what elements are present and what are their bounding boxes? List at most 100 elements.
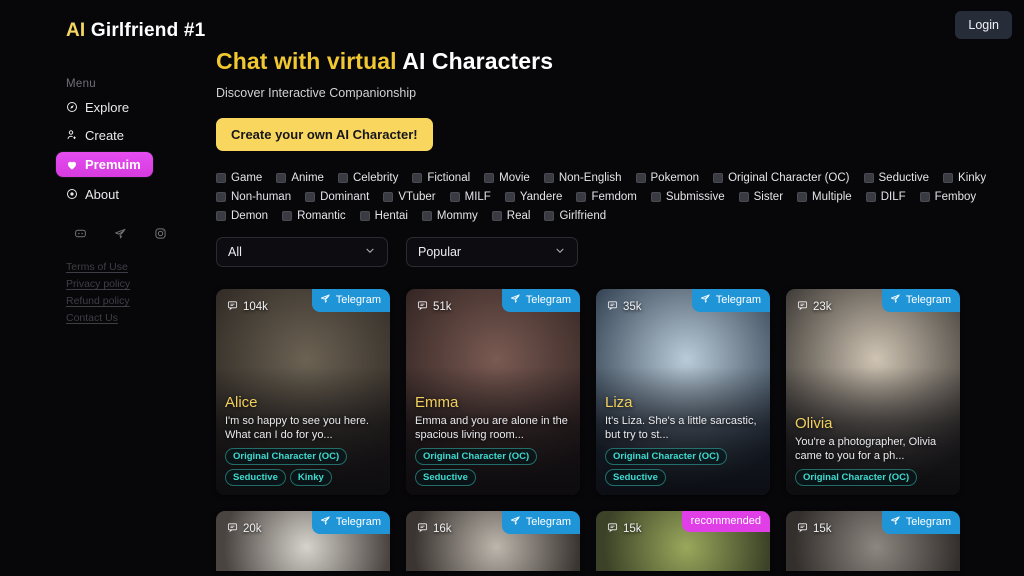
checkbox-icon[interactable] bbox=[421, 210, 432, 221]
legal-link[interactable]: Terms of Use bbox=[66, 261, 130, 273]
checkbox-icon[interactable] bbox=[650, 191, 661, 202]
character-card[interactable]: 23k Telegram Olivia You're a photographer, … bbox=[786, 289, 960, 495]
character-tag[interactable]: Original Character (OC) bbox=[795, 469, 918, 486]
category-select[interactable]: All bbox=[216, 237, 388, 267]
filter-chip[interactable]: Yandere bbox=[504, 187, 563, 206]
telegram-badge[interactable]: Telegram bbox=[881, 289, 960, 312]
filter-chip[interactable]: Femboy bbox=[919, 187, 977, 206]
filter-chip[interactable]: Femdom bbox=[576, 187, 637, 206]
filter-chip[interactable]: Submissive bbox=[650, 187, 725, 206]
character-card[interactable]: 16k Telegram bbox=[406, 511, 580, 571]
checkbox-icon[interactable] bbox=[635, 172, 646, 183]
checkbox-icon[interactable] bbox=[337, 172, 348, 183]
filter-chip[interactable]: Anime bbox=[276, 168, 324, 187]
filter-chip[interactable]: Non-English bbox=[543, 168, 622, 187]
checkbox-icon[interactable] bbox=[383, 191, 394, 202]
filter-chip[interactable]: Kinky bbox=[943, 168, 986, 187]
view-count-label: 16k bbox=[433, 523, 452, 535]
filter-chip[interactable]: Pokemon bbox=[635, 168, 699, 187]
filter-chip[interactable]: Movie bbox=[484, 168, 530, 187]
character-card[interactable]: 104k Telegram Alice I'm so happy to see you… bbox=[216, 289, 390, 495]
sidebar-item-create[interactable]: Create bbox=[66, 124, 130, 146]
brand-logo[interactable]: AI Girlfriend #1 bbox=[0, 14, 216, 42]
character-tag[interactable]: Original Character (OC) bbox=[225, 448, 348, 465]
sidebar-item-premium[interactable]: Premuim bbox=[56, 152, 153, 177]
filter-chip-label: Femboy bbox=[934, 190, 977, 203]
character-description: It's Liza. She's a little sarcastic, but… bbox=[605, 415, 757, 441]
filter-chip[interactable]: Hentai bbox=[359, 206, 408, 225]
filter-chip[interactable]: Dominant bbox=[305, 187, 369, 206]
filter-chip[interactable]: DILF bbox=[865, 187, 906, 206]
checkbox-icon[interactable] bbox=[216, 191, 226, 202]
character-card[interactable]: 35k Telegram Liza It's Liza. She's a little… bbox=[596, 289, 770, 495]
telegram-badge[interactable]: Telegram bbox=[881, 511, 960, 534]
checkbox-icon[interactable] bbox=[484, 172, 495, 183]
filter-chip-label: Yandere bbox=[519, 190, 563, 203]
checkbox-icon[interactable] bbox=[412, 172, 423, 183]
telegram-badge-label: Telegram bbox=[525, 516, 571, 528]
telegram-badge[interactable]: Telegram bbox=[501, 289, 580, 312]
filter-chip[interactable]: VTuber bbox=[383, 187, 436, 206]
checkbox-icon[interactable] bbox=[797, 191, 808, 202]
checkbox-icon[interactable] bbox=[216, 172, 226, 183]
checkbox-icon[interactable] bbox=[305, 191, 316, 202]
checkbox-icon[interactable] bbox=[865, 191, 876, 202]
checkbox-icon[interactable] bbox=[713, 172, 724, 183]
character-card[interactable]: 15k recommended bbox=[596, 511, 770, 571]
legal-link[interactable]: Privacy policy bbox=[66, 278, 130, 290]
telegram-badge[interactable]: Telegram bbox=[691, 289, 770, 312]
character-tag[interactable]: Seductive bbox=[225, 469, 286, 486]
checkbox-icon[interactable] bbox=[543, 172, 554, 183]
character-tag[interactable]: Original Character (OC) bbox=[605, 448, 728, 465]
checkbox-icon[interactable] bbox=[282, 210, 293, 221]
filter-chip[interactable]: Seductive bbox=[863, 168, 929, 187]
telegram-badge[interactable]: Telegram bbox=[501, 511, 580, 534]
character-tag[interactable]: Seductive bbox=[415, 469, 476, 486]
character-tag[interactable]: Kinky bbox=[289, 469, 332, 486]
checkbox-icon[interactable] bbox=[504, 191, 515, 202]
filter-chip-label: Kinky bbox=[958, 171, 987, 184]
filter-chip[interactable]: Celebrity bbox=[337, 168, 398, 187]
filter-chip[interactable]: Sister bbox=[738, 187, 783, 206]
telegram-badge[interactable]: Telegram bbox=[311, 289, 390, 312]
checkbox-icon[interactable] bbox=[216, 210, 226, 221]
sort-select[interactable]: Popular bbox=[406, 237, 578, 267]
checkbox-icon[interactable] bbox=[544, 210, 555, 221]
filter-chip[interactable]: Mommy bbox=[421, 206, 478, 225]
filter-chip[interactable]: Fictional bbox=[412, 168, 470, 187]
checkbox-icon[interactable] bbox=[943, 172, 954, 183]
telegram-badge[interactable]: Telegram bbox=[311, 511, 390, 534]
checkbox-icon[interactable] bbox=[738, 191, 749, 202]
filter-chip[interactable]: MILF bbox=[449, 187, 491, 206]
filter-chip[interactable]: Non-human bbox=[216, 187, 291, 206]
discord-icon[interactable] bbox=[74, 227, 87, 245]
sidebar-item-about[interactable]: About bbox=[66, 183, 125, 205]
filter-chip[interactable]: Original Character (OC) bbox=[713, 168, 850, 187]
filter-chip[interactable]: Real bbox=[491, 206, 531, 225]
checkbox-icon[interactable] bbox=[576, 191, 587, 202]
checkbox-icon[interactable] bbox=[491, 210, 502, 221]
filter-chip[interactable]: Romantic bbox=[282, 206, 346, 225]
filter-chip[interactable]: Girlfriend bbox=[544, 206, 606, 225]
checkbox-icon[interactable] bbox=[919, 191, 930, 202]
checkbox-icon[interactable] bbox=[276, 172, 287, 183]
legal-link[interactable]: Contact Us bbox=[66, 312, 130, 324]
legal-link[interactable]: Refund policy bbox=[66, 295, 130, 307]
telegram-icon[interactable] bbox=[114, 227, 127, 245]
character-card[interactable]: 51k Telegram Emma Emma and you are alone in… bbox=[406, 289, 580, 495]
character-tag[interactable]: Original Character (OC) bbox=[415, 448, 538, 465]
character-tag[interactable]: Seductive bbox=[605, 469, 666, 486]
checkbox-icon[interactable] bbox=[359, 210, 370, 221]
character-card[interactable]: 20k Telegram bbox=[216, 511, 390, 571]
checkbox-icon[interactable] bbox=[449, 191, 460, 202]
create-character-button[interactable]: Create your own AI Character! bbox=[216, 118, 433, 151]
instagram-icon[interactable] bbox=[154, 227, 167, 245]
filter-chip[interactable]: Demon bbox=[216, 206, 268, 225]
filter-chip[interactable]: Game bbox=[216, 168, 262, 187]
login-button[interactable]: Login bbox=[955, 11, 1012, 39]
checkbox-icon[interactable] bbox=[863, 172, 874, 183]
sidebar-item-explore[interactable]: Explore bbox=[66, 96, 135, 118]
character-card[interactable]: 15k Telegram bbox=[786, 511, 960, 571]
filter-chip-label: Real bbox=[506, 209, 531, 222]
filter-chip[interactable]: Multiple bbox=[797, 187, 852, 206]
